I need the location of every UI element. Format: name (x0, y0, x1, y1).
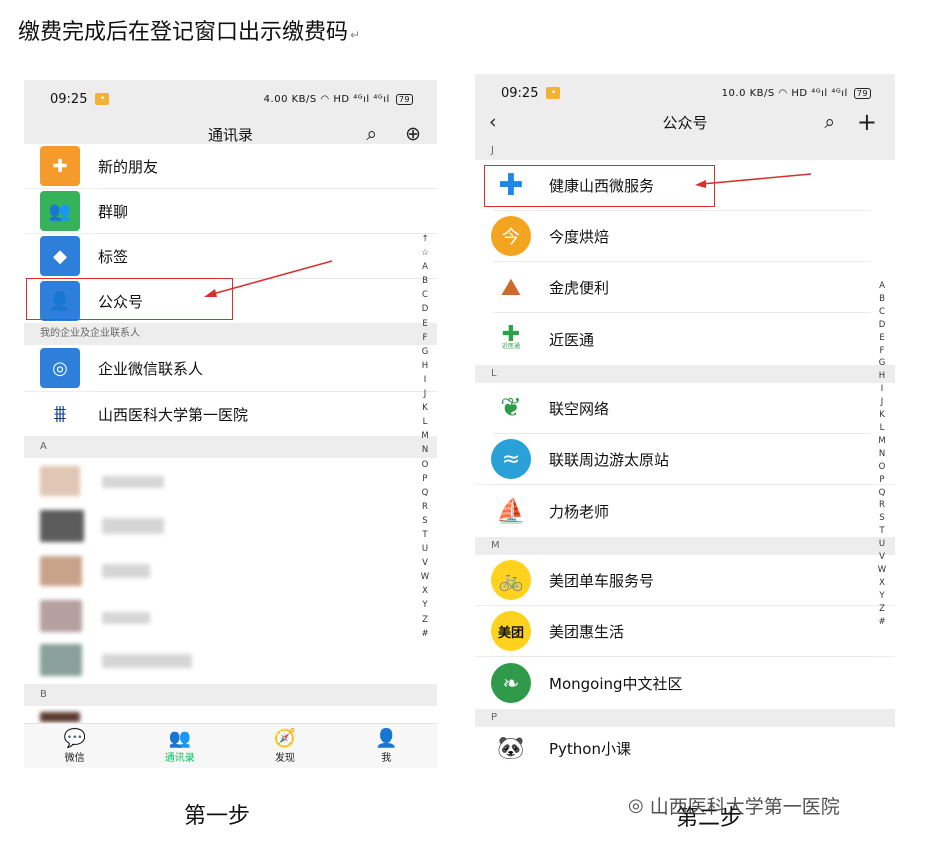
contacts-screen: 09:25 • 4.00 KB/S ◠ HD ⁴ᴳıl ⁴ᴳıl 79 通讯录 ⌕… (24, 80, 437, 768)
watermark-text: 山西医科大学第一医院 (649, 796, 840, 818)
official-accounts-screen: 09:25 • 10.0 KB/S ◠ HD ⁴ᴳıl ⁴ᴳıl 79 ‹ 公众号… (475, 74, 895, 770)
watermark: ◎ 山西医科大学第一医院 (628, 792, 840, 819)
instruction-heading: 缴费完成后在登记窗口出示缴费码 ↵ (18, 20, 361, 45)
pointer-arrow (204, 260, 333, 297)
wechat-logo-icon: ◎ (628, 795, 644, 816)
step1-caption: 第一步 (184, 804, 251, 829)
pointer-arrow (695, 173, 812, 188)
return-mark: ↵ (350, 28, 361, 42)
